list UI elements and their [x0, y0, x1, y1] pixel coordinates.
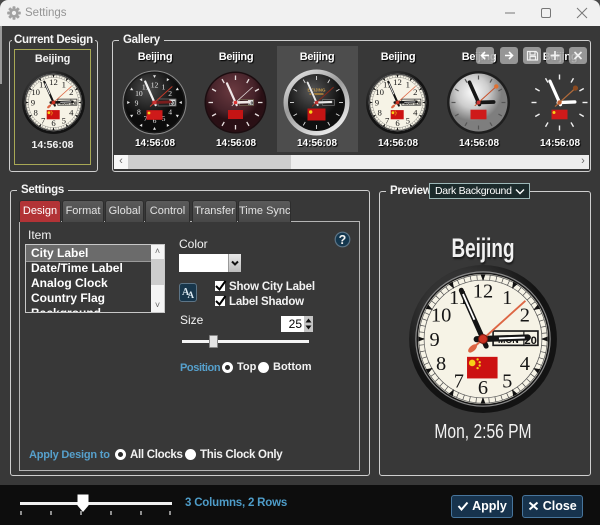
svg-text:9: 9: [135, 98, 139, 107]
svg-text:4: 4: [168, 107, 172, 116]
svg-text:8: 8: [137, 107, 141, 116]
svg-text:1: 1: [162, 83, 166, 92]
svg-text:12: 12: [151, 81, 159, 90]
svg-text:2: 2: [168, 89, 172, 98]
